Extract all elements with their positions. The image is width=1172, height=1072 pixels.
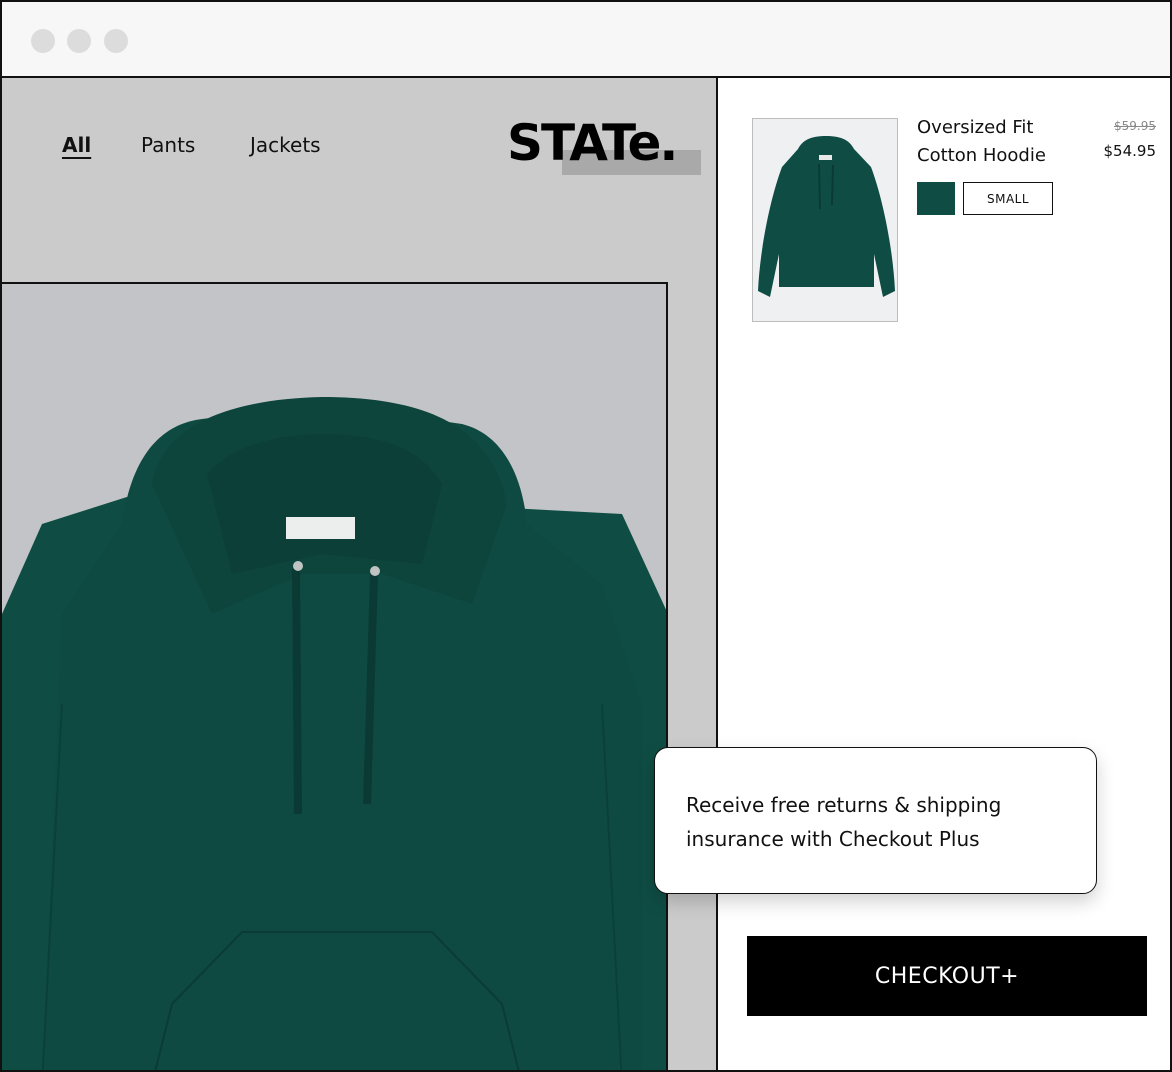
window-maximize-dot[interactable] — [104, 29, 128, 53]
tooltip-text: Receive free returns & shipping insuranc… — [686, 793, 1002, 851]
cart-item-thumbnail[interactable] — [752, 118, 898, 322]
window-minimize-dot[interactable] — [67, 29, 91, 53]
nav-item-pants[interactable]: Pants — [141, 133, 195, 157]
nav-item-all[interactable]: All — [62, 133, 91, 157]
cart-pane: Oversized Fit Cotton Hoodie $59.95 $54.9… — [720, 78, 1170, 1070]
size-selector[interactable]: SMALL — [963, 182, 1053, 215]
browser-window: All Pants Jackets STATe. Oversized Fit C… — [0, 0, 1172, 1072]
store-pane: All Pants Jackets STATe. — [2, 78, 718, 1070]
hoodie-thumbnail-icon — [753, 119, 897, 321]
product-hero-image — [2, 282, 668, 1070]
nav-item-jackets[interactable]: Jackets — [250, 133, 321, 157]
checkout-plus-tooltip: Receive free returns & shipping insuranc… — [654, 747, 1097, 894]
cart-item-price: $54.95 — [1103, 142, 1157, 160]
brand-logo[interactable]: STATe. — [507, 114, 678, 172]
cart-item-name[interactable]: Oversized Fit Cotton Hoodie — [917, 114, 1087, 170]
checkout-button[interactable]: CHECKOUT+ — [747, 936, 1147, 1016]
window-close-dot[interactable] — [31, 29, 55, 53]
window-titlebar — [2, 2, 1170, 78]
color-swatch[interactable] — [917, 182, 955, 215]
hoodie-image-icon — [2, 284, 666, 1070]
cart-item-original-price: $59.95 — [1114, 119, 1156, 133]
